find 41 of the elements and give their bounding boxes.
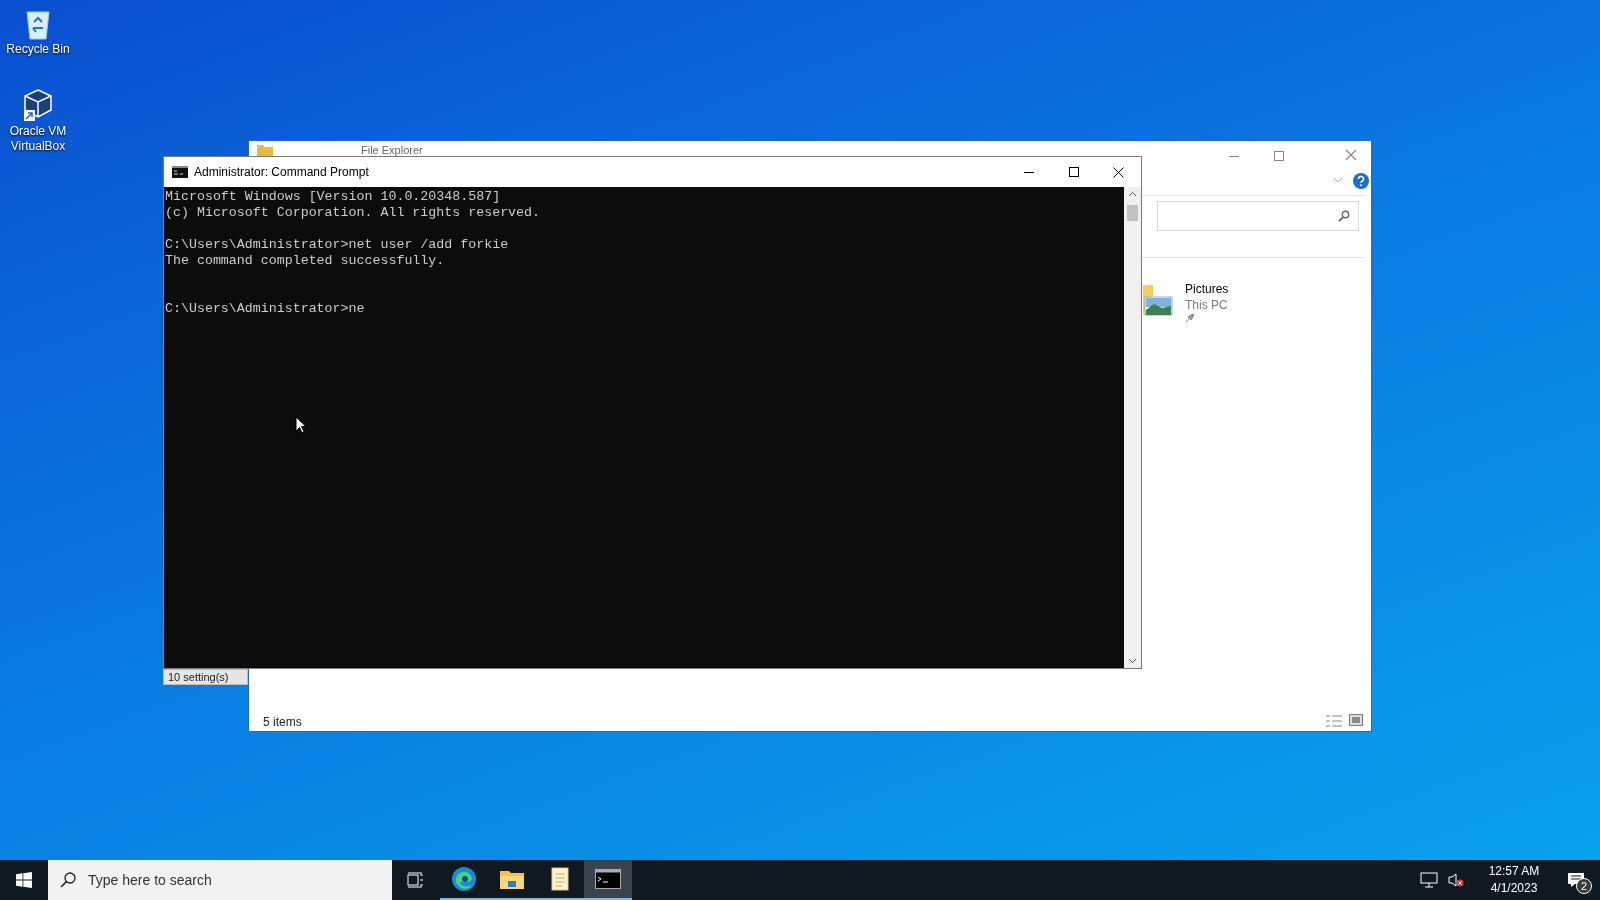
cube-icon	[22, 88, 54, 122]
folder-icon	[500, 869, 524, 889]
clock[interactable]: 12:57 AM 4/1/2023	[1476, 860, 1552, 900]
scroll-thumb[interactable]	[1127, 205, 1138, 221]
pin-icon	[1185, 313, 1195, 323]
console-icon	[172, 166, 188, 178]
notifications-button[interactable]: 2	[1552, 860, 1600, 900]
tiles-view-icon[interactable]	[1349, 714, 1363, 726]
search-icon	[1338, 210, 1350, 222]
search-icon	[60, 872, 76, 888]
search-placeholder: Type here to search	[88, 870, 212, 890]
mouse-pointer-icon	[295, 416, 307, 434]
status-text: 5 items	[263, 714, 302, 731]
task-view-icon	[407, 872, 425, 888]
windows-logo-icon	[16, 872, 32, 888]
item-location: This PC	[1185, 297, 1229, 313]
window-title: File Explorer	[361, 144, 423, 156]
help-icon[interactable]	[1353, 173, 1369, 189]
notification-count: 2	[1576, 878, 1592, 894]
item-name: Pictures	[1185, 281, 1229, 297]
close-icon	[1113, 166, 1124, 178]
scroll-down-icon[interactable]	[1128, 658, 1137, 664]
search-field[interactable]: Type here to search	[48, 860, 392, 900]
notepad-icon	[550, 866, 570, 892]
quick-access-item[interactable]: Pictures This PC	[1143, 281, 1229, 323]
muted-speaker-icon[interactable]	[1448, 872, 1464, 888]
scrollbar[interactable]	[1124, 187, 1141, 668]
status-text: 10 setting(s)	[168, 671, 229, 683]
taskbar-app-button[interactable]	[584, 860, 632, 900]
desktop-icon[interactable]: Oracle VM VirtualBox	[0, 88, 76, 154]
close-icon[interactable]	[1345, 149, 1357, 161]
recycle-bin-icon	[24, 8, 52, 40]
scroll-up-icon[interactable]	[1128, 191, 1137, 197]
search-field[interactable]	[1157, 201, 1359, 231]
desktop-icon[interactable]: Recycle Bin	[0, 8, 76, 57]
network-icon[interactable]	[1420, 872, 1438, 888]
console-area[interactable]: Microsoft Windows [Version 10.0.20348.587] (c) Microsoft Corporation. All rights reserved. C:\Users\Administrator>net user /add forkie The command completed successfully. C:\Users\Administrator>ne	[164, 187, 1124, 668]
console-output: Microsoft Windows [Version 10.0.20348.587] (c) Microsoft Corporation. All rights reserved. C:\Users\Administrator>net user /add forkie The command completed successfully. C:\Users\Administrator>ne	[164, 188, 542, 317]
terminal-icon	[595, 869, 621, 889]
window-title: Administrator: Command Prompt	[194, 164, 369, 181]
edge-icon	[451, 866, 477, 892]
